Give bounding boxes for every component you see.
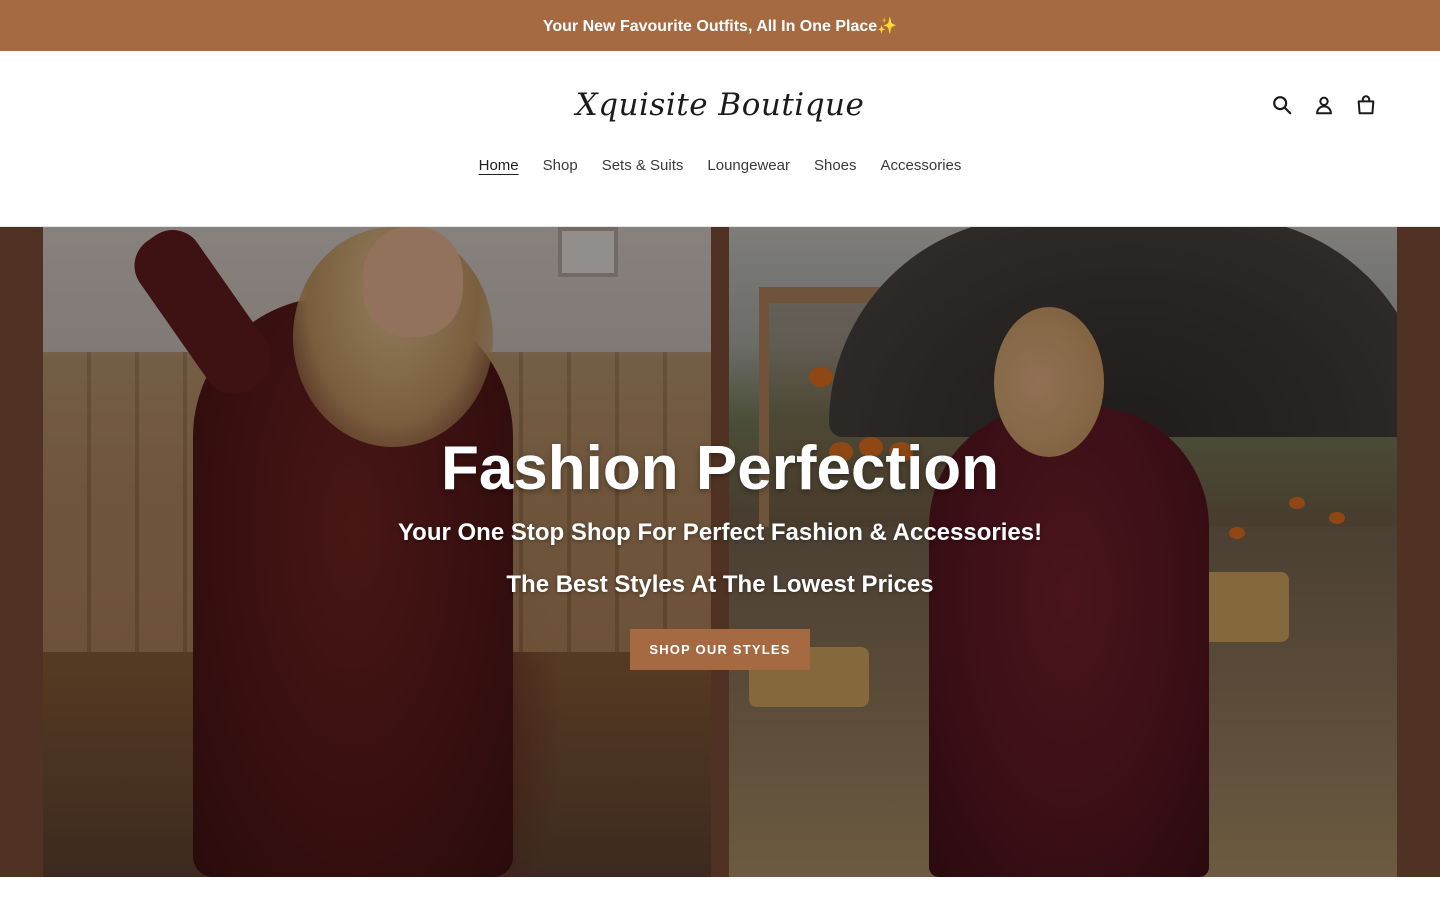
nav-item-accessories[interactable]: Accessories — [881, 155, 962, 176]
nav-item-loungewear[interactable]: Loungewear — [707, 155, 790, 176]
hero-subtitle-1: Your One Stop Shop For Perfect Fashion &… — [397, 519, 1043, 546]
hero-title: Fashion Perfection — [440, 434, 1000, 503]
announcement-text: Your New Favourite Outfits, All In One P… — [542, 17, 898, 35]
search-icon[interactable] — [1270, 91, 1294, 119]
hero-subtitle-2: The Best Styles At The Lowest Prices — [506, 571, 934, 598]
site-header: Xquisite Boutique Home Shop Sets & Suits… — [0, 51, 1440, 227]
nav-item-home[interactable]: Home — [479, 155, 519, 176]
nav-item-sets-suits[interactable]: Sets & Suits — [602, 155, 684, 176]
cart-icon[interactable] — [1354, 91, 1378, 119]
shop-our-styles-button[interactable]: SHOP OUR STYLES — [630, 629, 810, 670]
main-nav: Home Shop Sets & Suits Loungewear Shoes … — [0, 155, 1440, 176]
hero-content: Fashion Perfection Your One Stop Shop Fo… — [0, 433, 1440, 670]
account-icon[interactable] — [1312, 91, 1336, 119]
hero-banner: Fashion Perfection Your One Stop Shop Fo… — [0, 227, 1440, 877]
site-logo[interactable]: Xquisite Boutique — [520, 81, 920, 129]
nav-item-shop[interactable]: Shop — [543, 155, 578, 176]
announcement-bar: Your New Favourite Outfits, All In One P… — [0, 0, 1440, 51]
header-icons — [1270, 91, 1378, 119]
nav-item-shoes[interactable]: Shoes — [814, 155, 857, 176]
